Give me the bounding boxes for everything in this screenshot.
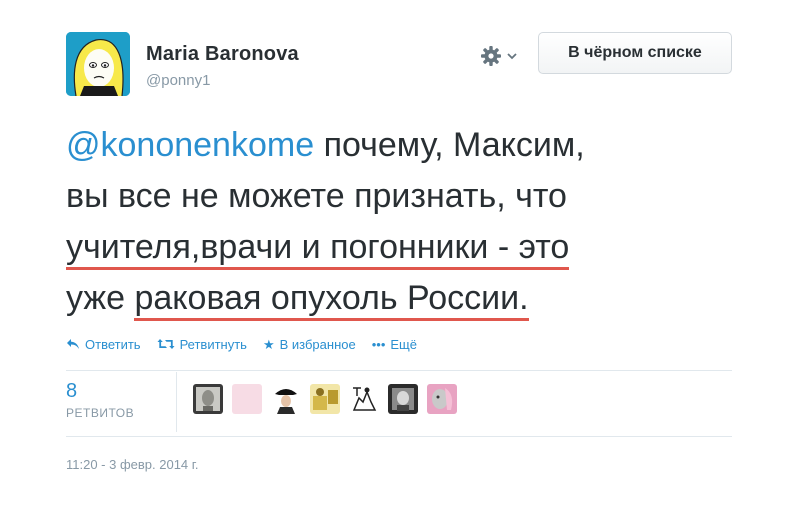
- retweeter-avatar[interactable]: [232, 384, 262, 414]
- reply-icon: [67, 339, 79, 349]
- retweeter-avatars: [193, 384, 457, 414]
- author-avatar[interactable]: [66, 32, 130, 96]
- more-label: Ещё: [390, 336, 417, 352]
- retweet-count-label: РЕТВИТОВ: [66, 406, 135, 420]
- retweeter-avatar[interactable]: [271, 384, 301, 414]
- tweet-line-1: @kononenkome почему, Максим,: [66, 120, 746, 171]
- tweet-timestamp[interactable]: 11:20 - 3 февр. 2014 г.: [66, 457, 199, 472]
- author-handle[interactable]: @ponny1: [146, 72, 210, 89]
- tweet-line-4-text: уже: [66, 279, 135, 317]
- tweet-line-2: вы все не можете признать, что: [66, 177, 567, 215]
- retweet-stats[interactable]: 8 РЕТВИТОВ: [66, 380, 134, 420]
- favorite-label: В избранное: [279, 336, 356, 352]
- tweet-line-4: уже раковая опухоль России.: [66, 273, 746, 324]
- retweeter-avatar[interactable]: [427, 384, 457, 414]
- retweeter-avatar[interactable]: [349, 384, 379, 414]
- tweet-text: @kononenkome почему, Максим, вы все не м…: [66, 120, 746, 324]
- tweet-line-1-text: почему, Максим,: [314, 126, 585, 164]
- underlined-text-1: учителя,врачи и погонники - это: [66, 228, 570, 270]
- star-icon: ★: [262, 336, 275, 352]
- reply-label: Ответить: [85, 336, 141, 352]
- more-button[interactable]: ••• Ещё: [372, 337, 417, 352]
- favorite-button[interactable]: ★ В избранное: [263, 337, 356, 352]
- divider-bottom: [66, 436, 732, 437]
- tweet-line-3: учителя,врачи и погонники - это: [66, 222, 746, 273]
- divider-top: [66, 370, 732, 371]
- author-name[interactable]: Maria Baronova: [146, 43, 299, 66]
- retweeter-avatar[interactable]: [388, 384, 418, 414]
- retweet-button[interactable]: Ретвитнуть: [157, 337, 247, 352]
- reply-button[interactable]: Ответить: [66, 337, 141, 352]
- mention-link[interactable]: @kononenkome: [66, 126, 314, 164]
- tweet-actions: Ответить Ретвитнуть ★ В избранное ••• Ещ…: [66, 334, 417, 354]
- user-actions-button[interactable]: [480, 44, 524, 68]
- retweet-label: Ретвитнуть: [179, 336, 247, 352]
- gear-icon: [481, 46, 501, 66]
- underlined-text-2: раковая опухоль России.: [134, 279, 529, 321]
- retweet-count[interactable]: 8: [66, 380, 134, 402]
- retweeter-avatar[interactable]: [310, 384, 340, 414]
- stats-separator: [176, 372, 177, 432]
- chevron-down-icon: [507, 53, 517, 60]
- retweeter-avatar[interactable]: [193, 384, 223, 414]
- retweet-icon: [157, 339, 175, 349]
- blocked-button[interactable]: В чёрном списке: [538, 32, 732, 74]
- more-dots-icon: •••: [371, 336, 386, 352]
